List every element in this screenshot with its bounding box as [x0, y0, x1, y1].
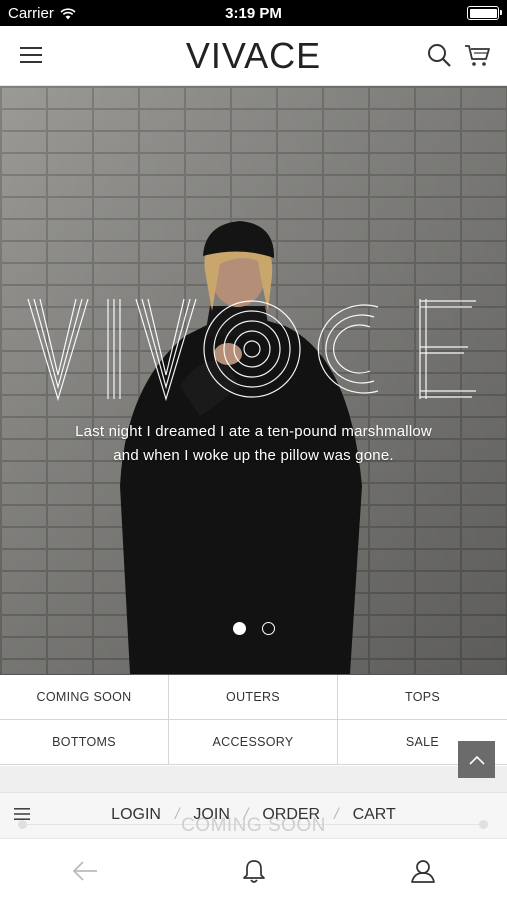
login-link[interactable]: LOGIN [111, 806, 161, 824]
notifications-tab[interactable] [239, 856, 269, 886]
link-separator: / [243, 806, 249, 823]
back-arrow-icon [72, 861, 97, 881]
category-accessory[interactable]: ACCESSORY [169, 720, 338, 765]
account-links: LOGIN / JOIN / ORDER / CART [0, 806, 507, 824]
cart-link[interactable]: CART [353, 806, 396, 824]
section-divider [0, 766, 507, 792]
link-separator: / [334, 806, 339, 823]
cart-icon[interactable] [463, 42, 491, 68]
scroll-top-button[interactable] [458, 741, 495, 778]
join-link[interactable]: JOIN [193, 806, 229, 824]
bottom-tab-bar [0, 838, 507, 900]
search-icon[interactable] [426, 42, 452, 68]
back-tab[interactable] [70, 856, 100, 886]
hero-banner[interactable]: Last night I dreamed I ate a ten-pound m… [0, 86, 507, 674]
hero-caption-line-2: and when I woke up the pillow was gone. [113, 447, 394, 464]
carousel-dot-1[interactable] [232, 622, 246, 635]
category-tops[interactable]: TOPS [338, 675, 507, 720]
carousel-indicators [0, 622, 507, 635]
category-bottoms[interactable]: BOTTOMS [0, 720, 169, 765]
status-bar: Carrier 3:19 PM [0, 0, 507, 26]
carousel-dot-2[interactable] [261, 622, 275, 635]
battery-icon [467, 6, 502, 20]
category-grid: COMING SOON OUTERS TOPS BOTTOMS ACCESSOR… [0, 674, 507, 766]
bell-icon [243, 860, 265, 883]
order-link[interactable]: ORDER [262, 806, 320, 824]
hamburger-menu-icon[interactable] [18, 44, 44, 66]
app-header: VIVACE [0, 26, 507, 86]
status-time: 3:19 PM [225, 5, 282, 22]
category-outers[interactable]: OUTERS [169, 675, 338, 720]
hero-caption-line-1: Last night I dreamed I ate a ten-pound m… [75, 423, 432, 440]
footer-account-bar: COMING SOON LOGIN / JOIN / ORDER / CART [0, 792, 507, 838]
profile-tab[interactable] [408, 856, 438, 886]
chevron-up-icon [468, 755, 485, 765]
link-separator: / [174, 806, 180, 823]
hero-caption: Last night I dreamed I ate a ten-pound m… [30, 420, 477, 468]
user-icon [411, 860, 435, 883]
vivace-wordmark-art [27, 298, 476, 402]
category-coming-soon[interactable]: COMING SOON [0, 675, 169, 720]
